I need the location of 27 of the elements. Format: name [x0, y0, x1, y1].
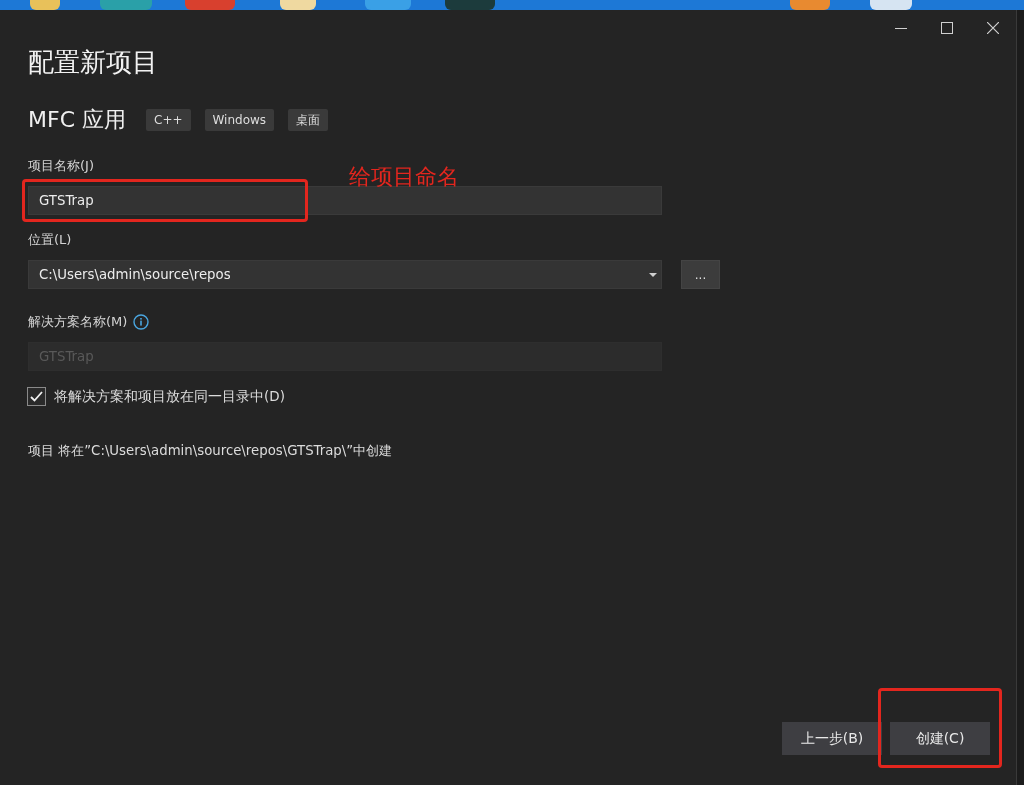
field-label: 解决方案名称(M) [28, 313, 128, 331]
dropdown-field[interactable]: C:\Users\admin\source\repos [28, 260, 662, 289]
dialog-title: 配置新项目 [28, 46, 159, 78]
tag: Windows [204, 109, 275, 131]
desktop-icon[interactable] [790, 0, 830, 10]
browse-button[interactable]: ... [681, 260, 720, 289]
maximize-icon [941, 22, 953, 34]
tag: 桌面 [288, 109, 329, 131]
field-label: 项目名称(J) [28, 157, 94, 175]
caret-icon [649, 272, 657, 277]
desktop-icon[interactable] [365, 0, 411, 10]
minimize-icon [895, 27, 907, 29]
desktop-icon[interactable] [445, 0, 495, 10]
tag: C++ [146, 109, 191, 131]
checkmark-icon [30, 391, 43, 402]
text-field[interactable]: GTSTrap [28, 186, 662, 215]
field-label: 位置(L) [28, 231, 72, 249]
dialog-button[interactable]: 创建(C) [890, 722, 990, 755]
project-type-name: MFC 应用 [28, 109, 126, 131]
checkbox-label: 将解决方案和项目放在同一目录中(D) [54, 387, 285, 406]
location-summary: 项目 将在”C:\Users\admin\source\repos\GTSTrap\”中创建 [28, 442, 394, 460]
checkbox[interactable] [27, 387, 46, 406]
desktop-icon[interactable] [30, 0, 60, 10]
dialog-button[interactable]: 上一步(B) [782, 722, 882, 755]
close-icon [987, 22, 999, 34]
desktop-icon[interactable] [870, 0, 912, 10]
desktop-icon[interactable] [280, 0, 316, 10]
